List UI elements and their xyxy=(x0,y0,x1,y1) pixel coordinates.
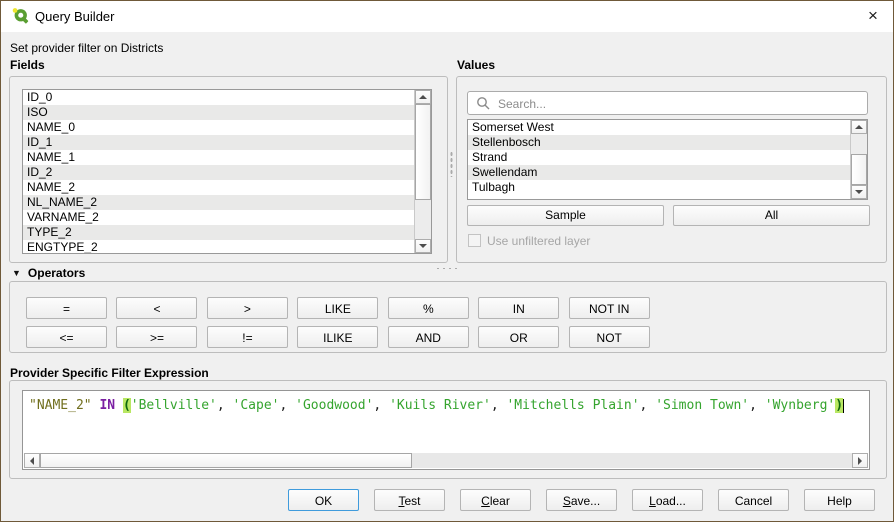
list-item[interactable]: NL_NAME_2 xyxy=(23,195,414,210)
search-box[interactable] xyxy=(467,91,868,115)
operator-less-equal-button[interactable]: <= xyxy=(26,326,107,348)
scrollbar-thumb[interactable] xyxy=(851,154,867,185)
operator-less-than-button[interactable]: < xyxy=(116,297,197,319)
operator-not-in-button[interactable]: NOT IN xyxy=(569,297,650,319)
operator-not-equal-button[interactable]: != xyxy=(207,326,288,348)
expression-string-token: 'Kuils River' xyxy=(389,398,491,413)
expression-string-token: 'Simon Town' xyxy=(655,398,749,413)
checkbox-icon[interactable] xyxy=(468,234,481,247)
comma-token: , xyxy=(217,398,233,413)
splitter-handle[interactable] xyxy=(450,151,453,177)
operator-not-button[interactable]: NOT xyxy=(569,326,650,348)
expression-string-token: 'Mitchells Plain' xyxy=(506,398,639,413)
expression-groupbox: "NAME_2" IN ('Bellville', 'Cape', 'Goodw… xyxy=(9,380,887,479)
list-item[interactable]: Somerset West xyxy=(468,120,850,135)
filter-expression-editor[interactable]: "NAME_2" IN ('Bellville', 'Cape', 'Goodw… xyxy=(22,390,870,470)
save-button[interactable]: Save... xyxy=(546,489,617,511)
list-item[interactable]: ID_0 xyxy=(23,90,414,105)
list-item[interactable]: NAME_0 xyxy=(23,120,414,135)
scroll-right-icon[interactable] xyxy=(852,453,868,468)
collapse-triangle-icon[interactable]: ▼ xyxy=(12,268,21,278)
cancel-button[interactable]: Cancel xyxy=(718,489,789,511)
close-icon[interactable]: × xyxy=(853,1,893,32)
expression-field-token: "NAME_2" xyxy=(29,398,99,413)
operators-section-label: Operators xyxy=(28,266,85,280)
dialog-subtitle: Set provider filter on Districts xyxy=(10,41,163,55)
values-section-label: Values xyxy=(457,58,495,72)
list-item[interactable]: NAME_2 xyxy=(23,180,414,195)
help-button[interactable]: Help xyxy=(804,489,875,511)
fields-groupbox: ID_0 ISO NAME_0 ID_1 NAME_1 ID_2 NAME_2 … xyxy=(9,76,448,263)
load-button[interactable]: Load... xyxy=(632,489,703,511)
close-paren-token: ) xyxy=(835,398,843,413)
values-groupbox: Somerset West Stellenbosch Strand Swelle… xyxy=(456,76,887,263)
filter-expression-text: "NAME_2" IN ('Bellville', 'Cape', 'Goodw… xyxy=(29,398,844,413)
all-button[interactable]: All xyxy=(673,205,870,226)
window-title: Query Builder xyxy=(35,1,114,32)
comma-token: , xyxy=(279,398,295,413)
values-scrollbar[interactable] xyxy=(850,120,867,199)
expression-string-token: 'Wynberg' xyxy=(765,398,835,413)
scrollbar-thumb[interactable] xyxy=(415,104,431,200)
comma-token: , xyxy=(749,398,765,413)
qgis-logo-icon xyxy=(11,7,29,25)
operator-or-button[interactable]: OR xyxy=(478,326,559,348)
list-item[interactable]: ID_2 xyxy=(23,165,414,180)
scroll-left-icon[interactable] xyxy=(24,453,40,468)
dialog-button-bar: OK Test Clear Save... Load... Cancel Hel… xyxy=(288,489,875,511)
clear-button[interactable]: Clear xyxy=(460,489,531,511)
list-item[interactable]: ISO xyxy=(23,105,414,120)
splitter-handle[interactable] xyxy=(435,267,461,270)
list-item[interactable]: Swellendam xyxy=(468,165,850,180)
sample-button[interactable]: Sample xyxy=(467,205,664,226)
values-list[interactable]: Somerset West Stellenbosch Strand Swelle… xyxy=(467,119,868,200)
expression-string-token: 'Bellville' xyxy=(131,398,217,413)
list-item[interactable]: Strand xyxy=(468,150,850,165)
expression-string-token: 'Cape' xyxy=(233,398,280,413)
list-item[interactable]: TYPE_2 xyxy=(23,225,414,240)
scrollbar-thumb[interactable] xyxy=(40,453,412,468)
operators-header[interactable]: ▼ Operators xyxy=(12,264,85,278)
list-item[interactable]: Stellenbosch xyxy=(468,135,850,150)
expression-string-token: 'Goodwood' xyxy=(295,398,373,413)
list-item[interactable]: Tulbagh xyxy=(468,180,850,195)
operator-like-button[interactable]: LIKE xyxy=(297,297,378,319)
scroll-up-icon[interactable] xyxy=(415,90,431,104)
fields-scrollbar[interactable] xyxy=(414,90,431,253)
comma-token: , xyxy=(373,398,389,413)
operators-groupbox: = < > LIKE % IN NOT IN <= >= != ILIKE AN… xyxy=(9,281,887,353)
operator-equals-button[interactable]: = xyxy=(26,297,107,319)
expression-horizontal-scrollbar[interactable] xyxy=(24,453,868,468)
ok-button[interactable]: OK xyxy=(288,489,359,511)
scroll-down-icon[interactable] xyxy=(415,239,431,253)
comma-token: , xyxy=(640,398,656,413)
operator-greater-than-button[interactable]: > xyxy=(207,297,288,319)
scroll-up-icon[interactable] xyxy=(851,120,867,134)
test-button[interactable]: Test xyxy=(374,489,445,511)
list-item[interactable]: ENGTYPE_2 xyxy=(23,240,414,254)
title-bar[interactable]: Query Builder × xyxy=(1,1,893,32)
expression-keyword-token: IN xyxy=(99,398,122,413)
search-icon xyxy=(476,96,490,110)
operator-in-button[interactable]: IN xyxy=(478,297,559,319)
list-item[interactable]: VARNAME_2 xyxy=(23,210,414,225)
query-builder-dialog: Query Builder × Set provider filter on D… xyxy=(0,0,894,522)
fields-list[interactable]: ID_0 ISO NAME_0 ID_1 NAME_1 ID_2 NAME_2 … xyxy=(22,89,432,254)
list-item[interactable]: ID_1 xyxy=(23,135,414,150)
use-unfiltered-layer-checkbox[interactable]: Use unfiltered layer xyxy=(468,232,590,246)
fields-section-label: Fields xyxy=(10,58,45,72)
list-item[interactable]: NAME_1 xyxy=(23,150,414,165)
operator-and-button[interactable]: AND xyxy=(388,326,469,348)
expression-section-label: Provider Specific Filter Expression xyxy=(10,366,209,380)
operator-ilike-button[interactable]: ILIKE xyxy=(297,326,378,348)
operator-greater-equal-button[interactable]: >= xyxy=(116,326,197,348)
scroll-down-icon[interactable] xyxy=(851,185,867,199)
operator-percent-button[interactable]: % xyxy=(388,297,469,319)
search-input[interactable] xyxy=(496,93,860,115)
comma-token: , xyxy=(491,398,507,413)
checkbox-label: Use unfiltered layer xyxy=(487,234,590,248)
open-paren-token: ( xyxy=(123,398,131,413)
text-caret xyxy=(843,399,844,413)
